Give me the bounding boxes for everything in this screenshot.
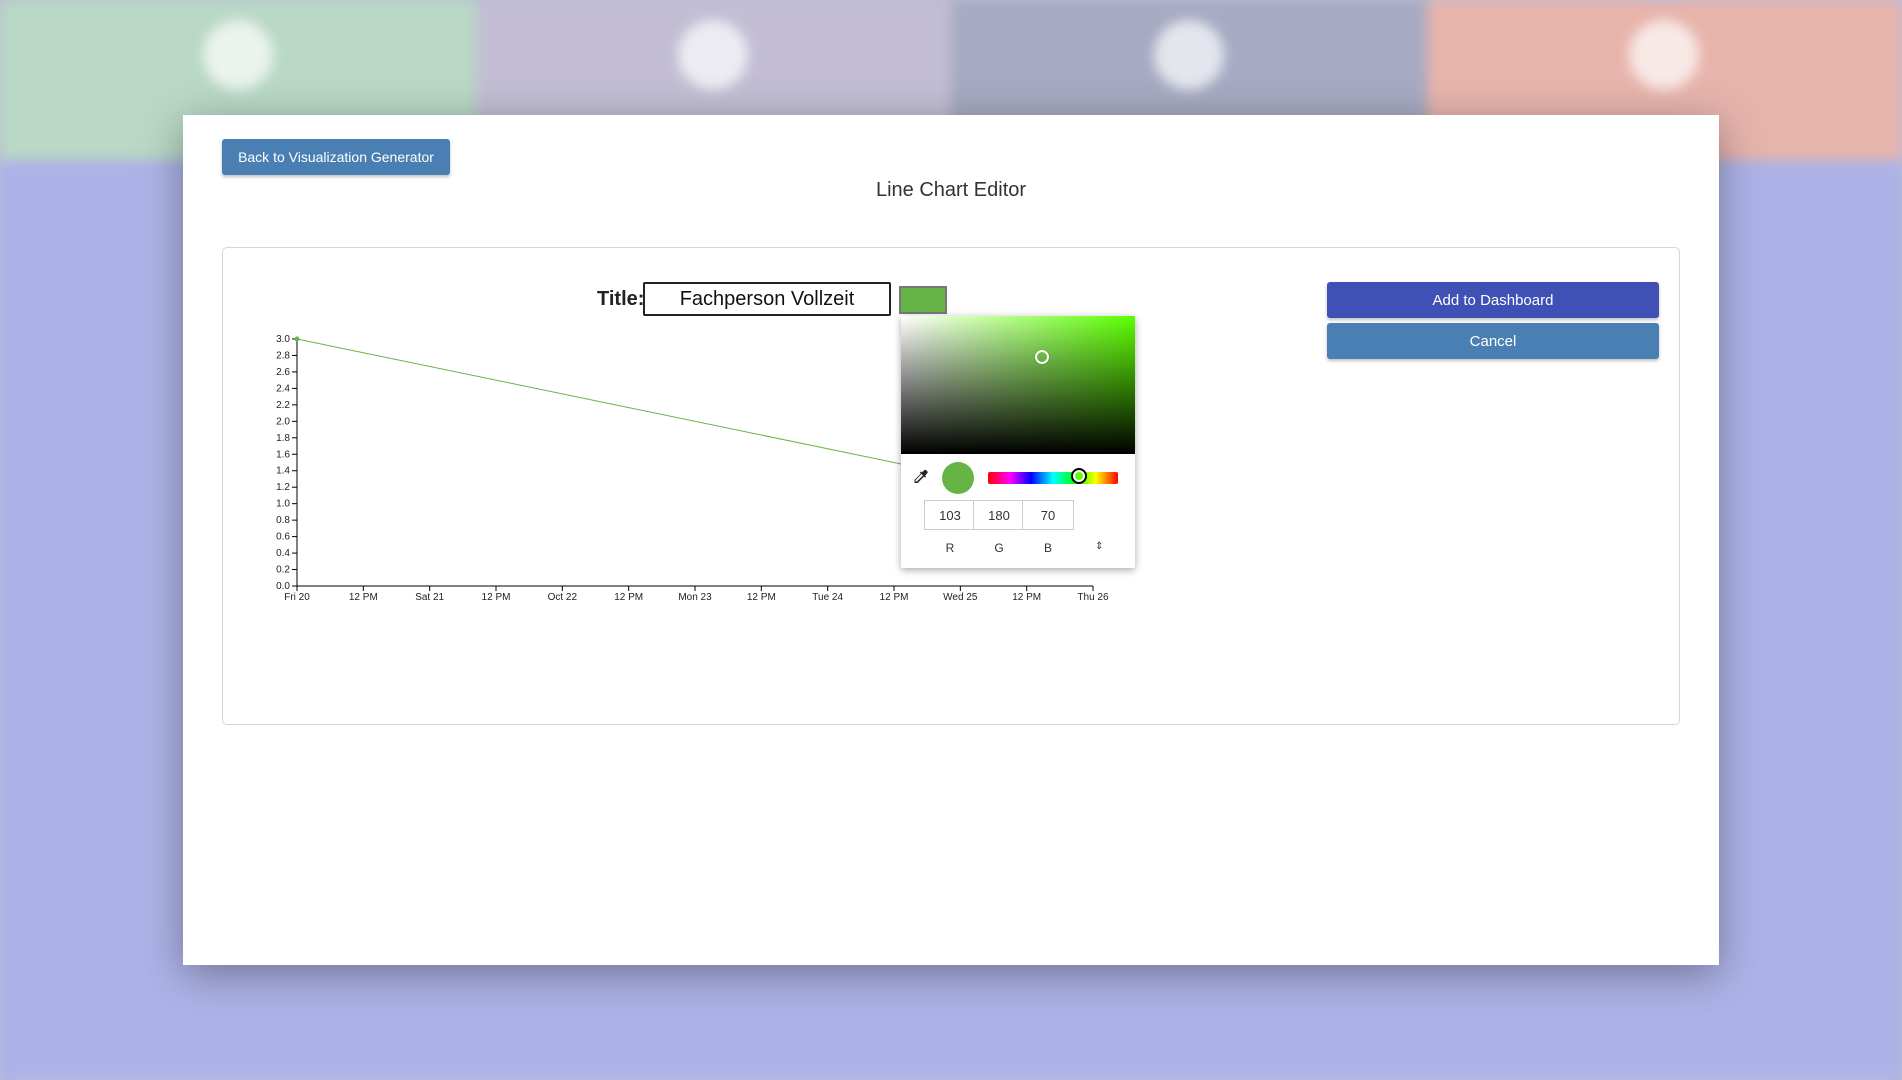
x-tick-label: Mon 23 bbox=[678, 592, 712, 603]
background-tile-icon bbox=[678, 20, 749, 90]
background-tile-icon bbox=[202, 20, 273, 90]
x-tick-label: Tue 24 bbox=[812, 592, 843, 603]
x-tick-label: Oct 22 bbox=[548, 592, 578, 603]
saturation-handle[interactable] bbox=[1035, 350, 1049, 364]
background-tile-icon bbox=[1153, 20, 1224, 90]
x-tick-label: 12 PM bbox=[614, 592, 643, 603]
y-tick-label: 1.8 bbox=[276, 433, 290, 444]
y-tick-label: 1.4 bbox=[276, 466, 290, 477]
line-chart-editor-modal: Back to Visualization Generator Line Cha… bbox=[183, 115, 1719, 965]
x-tick-label: Thu 26 bbox=[1077, 592, 1109, 603]
red-input[interactable] bbox=[924, 500, 976, 530]
back-to-generator-button[interactable]: Back to Visualization Generator bbox=[222, 139, 450, 175]
line-chart: 0.0 0.2 0.4 0.6 0.8 1.0 1.2 1.4 1.6 1.8 2.0 2.2 2.4 2… bbox=[276, 334, 1109, 603]
blue-input[interactable] bbox=[1022, 500, 1074, 530]
green-label: G bbox=[994, 541, 1004, 555]
x-tick-label: Wed 25 bbox=[943, 592, 978, 603]
y-tick-label: 1.2 bbox=[276, 482, 290, 493]
y-tick-label: 0.4 bbox=[276, 548, 290, 559]
y-tick-label: 1.0 bbox=[276, 499, 290, 510]
y-tick-label: 3.0 bbox=[276, 334, 290, 345]
color-preview bbox=[942, 462, 974, 494]
x-tick-label: 12 PM bbox=[747, 592, 776, 603]
x-tick-label: Fri 20 bbox=[284, 592, 310, 603]
hue-slider-handle[interactable] bbox=[1071, 468, 1087, 484]
hue-slider[interactable] bbox=[988, 472, 1118, 484]
y-tick-label: 2.0 bbox=[276, 416, 290, 427]
color-picker-popover: R G B ⇕ bbox=[901, 316, 1135, 568]
data-point bbox=[294, 336, 300, 342]
y-tick-label: 2.8 bbox=[276, 350, 290, 361]
cancel-button[interactable]: Cancel bbox=[1327, 323, 1659, 359]
x-tick-label: 12 PM bbox=[482, 592, 511, 603]
y-tick-label: 2.2 bbox=[276, 400, 290, 411]
editor-card: Title: 0.00.20.40.60.81.01.21.41.61.82.0… bbox=[222, 247, 1680, 725]
x-tick-label: 12 PM bbox=[1012, 592, 1041, 603]
y-tick-label: 1.6 bbox=[276, 449, 290, 460]
eyedropper-icon[interactable] bbox=[911, 468, 929, 486]
y-tick-label: 0.2 bbox=[276, 565, 290, 576]
x-tick-label: Sat 21 bbox=[415, 592, 444, 603]
color-mode-toggle-icon[interactable]: ⇕ bbox=[1095, 541, 1103, 552]
red-label: R bbox=[945, 541, 955, 555]
green-input[interactable] bbox=[973, 500, 1025, 530]
modal-title: Line Chart Editor bbox=[875, 179, 1027, 201]
y-tick-label: 0.0 bbox=[276, 581, 290, 592]
background-tile-icon bbox=[1629, 20, 1700, 90]
y-tick-label: 0.6 bbox=[276, 532, 290, 543]
y-tick-label: 0.8 bbox=[276, 515, 290, 526]
saturation-area[interactable] bbox=[901, 316, 1135, 454]
y-tick-label: 2.6 bbox=[276, 367, 290, 378]
y-tick-label: 2.4 bbox=[276, 383, 290, 394]
x-tick-label: 12 PM bbox=[349, 592, 378, 603]
blue-label: B bbox=[1043, 541, 1052, 555]
add-to-dashboard-button[interactable]: Add to Dashboard bbox=[1327, 282, 1659, 318]
x-tick-label: 12 PM bbox=[880, 592, 909, 603]
